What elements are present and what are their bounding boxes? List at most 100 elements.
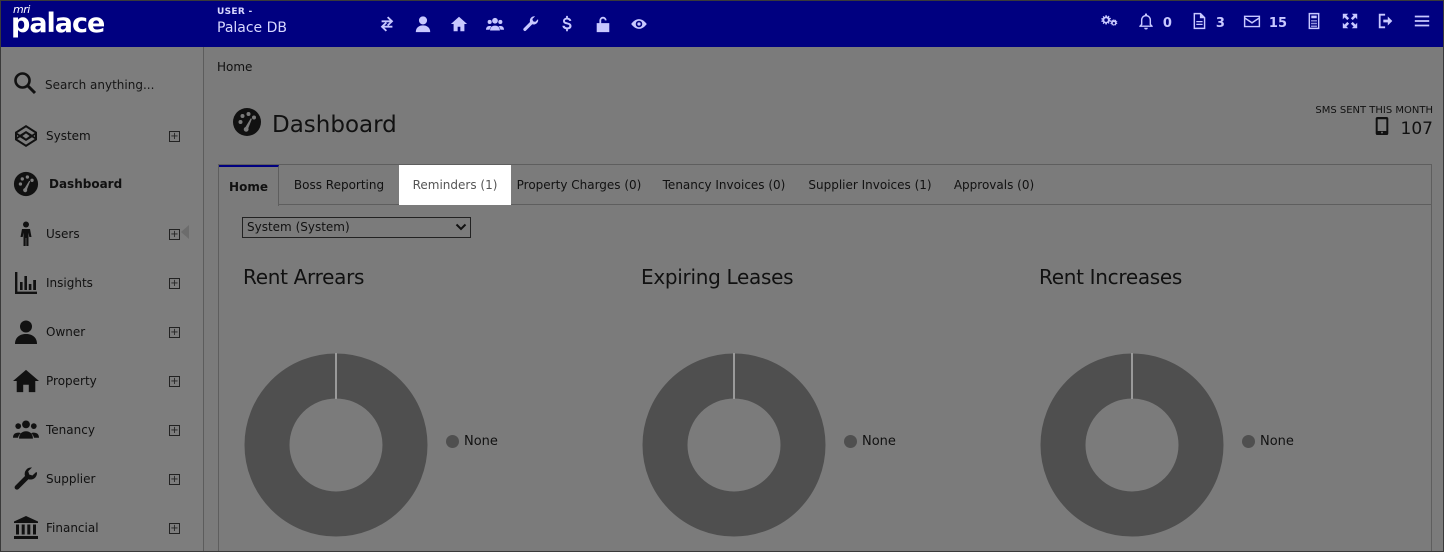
sidebar-item-label: Financial (46, 521, 99, 535)
sms-counter: SMS SENT THIS MONTH 107 (1315, 105, 1433, 140)
mobile-icon (1375, 117, 1401, 140)
chart-rent-arrears: Rent Arrears None (243, 265, 633, 551)
legend-label: None (862, 434, 896, 449)
dashboard-tabs: Home Boss Reporting Reminders (1) Proper… (219, 165, 1431, 206)
calculator-icon (1305, 12, 1323, 34)
expand-toggle[interactable]: + (169, 326, 180, 338)
tab-boss-reporting[interactable]: Boss Reporting (280, 165, 398, 205)
documents-button[interactable]: 3 (1190, 12, 1225, 34)
database-name: Palace DB (217, 20, 288, 36)
sidebar: Search anything... System + Dashboard Us… (1, 47, 204, 551)
messages-count: 15 (1268, 15, 1287, 31)
sms-label: SMS SENT THIS MONTH (1315, 105, 1433, 116)
sign-out-icon (1377, 12, 1395, 34)
sidebar-item-owner[interactable]: Owner + (1, 312, 204, 352)
chart-title: Rent Arrears (243, 265, 365, 289)
expand-toggle[interactable]: + (169, 473, 180, 485)
breadcrumb[interactable]: Home (217, 60, 252, 74)
sidebar-item-label: System (46, 129, 91, 143)
tab-supplier-invoices[interactable]: Supplier Invoices (1) (801, 165, 939, 205)
expand-toggle[interactable]: + (169, 130, 180, 142)
unlock-icon[interactable] (585, 13, 621, 35)
document-icon (1190, 12, 1208, 34)
expand-toggle[interactable]: + (169, 277, 180, 289)
expand-toggle[interactable]: + (169, 228, 180, 240)
donut-chart[interactable] (641, 352, 827, 538)
page-header: Dashboard (222, 107, 397, 143)
sidebar-item-users[interactable]: Users + (1, 214, 204, 254)
expand-toggle[interactable]: + (169, 375, 180, 387)
tab-reminders[interactable]: Reminders (1) (399, 165, 511, 205)
chart-rent-increases: Rent Increases None (1039, 265, 1429, 551)
page-title: Dashboard (272, 112, 397, 138)
search-icon (13, 71, 37, 98)
calculator-button[interactable] (1305, 12, 1323, 34)
sidebar-search[interactable]: Search anything... (13, 71, 154, 98)
tab-home[interactable]: Home (219, 165, 279, 206)
tab-property-charges[interactable]: Property Charges (0) (511, 165, 647, 205)
chart-expiring-leases: Expiring Leases None (641, 265, 1031, 551)
expand-toggle[interactable]: + (169, 522, 180, 534)
chart-title: Rent Increases (1039, 265, 1183, 289)
dashboard-icon (11, 169, 41, 199)
logout-button[interactable] (1377, 12, 1395, 34)
donut-chart[interactable] (1039, 352, 1225, 538)
dollar-icon[interactable] (549, 13, 585, 35)
bank-icon (11, 513, 41, 543)
envelope-icon (1243, 12, 1261, 34)
chevron-down-icon (455, 220, 467, 234)
documents-count: 3 (1215, 15, 1225, 31)
sidebar-item-property[interactable]: Property + (1, 361, 204, 401)
settings-button[interactable] (1101, 12, 1119, 34)
users-group-icon[interactable] (477, 13, 513, 35)
sidebar-item-label: Property (46, 374, 97, 388)
sidebar-item-label: Tenancy (46, 423, 95, 437)
user-info: USER - Palace DB (217, 7, 287, 36)
system-filter-select[interactable]: System (System) (242, 217, 471, 238)
sidebar-item-label: Insights (46, 276, 93, 290)
wrench-icon (11, 464, 41, 494)
hamburger-icon (1413, 12, 1431, 34)
sidebar-item-dashboard[interactable]: Dashboard (1, 164, 204, 204)
tab-approvals[interactable]: Approvals (0) (946, 165, 1042, 205)
legend-swatch (446, 435, 459, 448)
chart-legend: None (446, 434, 498, 449)
logo-name: palace (11, 8, 105, 39)
messages-button[interactable]: 15 (1243, 12, 1287, 34)
wrench-icon[interactable] (513, 13, 549, 35)
search-placeholder: Search anything... (45, 77, 155, 92)
sidebar-item-insights[interactable]: Insights + (1, 263, 204, 303)
sidebar-item-system[interactable]: System + (1, 116, 204, 156)
notifications-button[interactable]: 0 (1137, 12, 1172, 34)
sidebar-item-supplier[interactable]: Supplier + (1, 459, 204, 499)
sidebar-item-label: Users (46, 227, 80, 241)
expand-toggle[interactable]: + (169, 424, 180, 436)
dashboard-icon (232, 107, 262, 143)
person-standing-icon (11, 219, 41, 249)
user-icon[interactable] (405, 13, 441, 35)
user-label: USER - (217, 7, 253, 17)
donut-chart[interactable] (243, 352, 429, 538)
notifications-count: 0 (1162, 15, 1172, 31)
sidebar-item-label: Owner (46, 325, 86, 339)
home-icon[interactable] (441, 13, 477, 35)
expand-icon (1341, 12, 1359, 34)
app-logo[interactable]: mri palace (11, 3, 105, 43)
sidebar-item-tenancy[interactable]: Tenancy + (1, 410, 204, 450)
tab-tenancy-invoices[interactable]: Tenancy Invoices (0) (655, 165, 793, 205)
sidebar-item-label: Dashboard (49, 177, 123, 191)
expand-button[interactable] (1341, 12, 1359, 34)
codepen-icon (11, 121, 41, 151)
transfer-icon[interactable] (369, 13, 405, 35)
chart-legend: None (844, 434, 896, 449)
top-icon-bar (369, 13, 657, 35)
sms-value-row: 107 (1315, 117, 1433, 140)
legend-label: None (464, 434, 498, 449)
home-icon (11, 366, 41, 396)
eye-icon[interactable] (621, 13, 657, 35)
bell-icon (1137, 12, 1155, 34)
sidebar-item-financial[interactable]: Financial + (1, 508, 204, 548)
top-right-actions: 0 3 15 (1085, 12, 1431, 34)
menu-button[interactable] (1413, 12, 1431, 34)
chart-title: Expiring Leases (641, 265, 794, 289)
